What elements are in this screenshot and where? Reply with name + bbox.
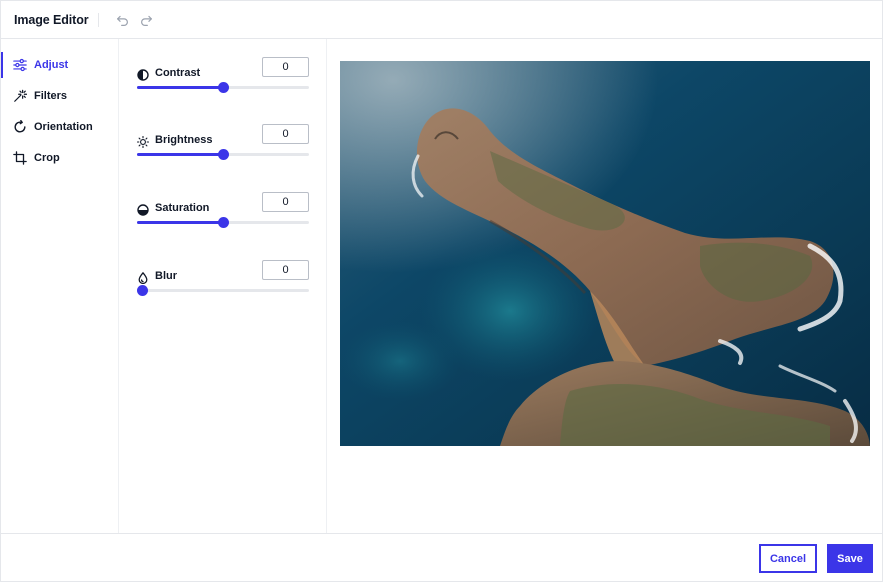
image-canvas (328, 39, 883, 533)
saturation-input[interactable] (262, 192, 309, 212)
rotate-icon (13, 120, 27, 134)
contrast-control: Contrast (137, 57, 309, 105)
blur-control: Blur (137, 260, 309, 308)
brightness-slider[interactable] (137, 149, 309, 160)
blur-slider-thumb[interactable] (137, 285, 148, 296)
brightness-slider-fill (137, 153, 223, 156)
saturation-slider-fill (137, 221, 223, 224)
editor-window: Image Editor Adjust Filters Orientation … (0, 0, 883, 582)
saturation-label: Saturation (155, 202, 210, 214)
adjust-controls-panel: Contrast Brightness (119, 39, 327, 533)
blur-slider[interactable] (137, 285, 309, 296)
contrast-slider-thumb[interactable] (218, 82, 229, 93)
sidebar-item-label: Orientation (34, 121, 93, 133)
contrast-input[interactable] (262, 57, 309, 77)
saturation-slider-thumb[interactable] (218, 217, 229, 228)
saturation-icon (137, 203, 149, 216)
save-button[interactable]: Save (827, 544, 873, 573)
sidebar-item-crop[interactable]: Crop (1, 145, 119, 171)
editor-header: Image Editor (1, 1, 883, 39)
sliders-icon (13, 58, 27, 72)
editor-footer: Cancel Save (1, 533, 883, 582)
page-title: Image Editor (14, 13, 89, 27)
contrast-label: Contrast (155, 67, 201, 79)
undo-icon (116, 15, 128, 26)
sidebar-item-orientation[interactable]: Orientation (1, 114, 119, 140)
brightness-slider-thumb[interactable] (218, 149, 229, 160)
contrast-icon (137, 68, 149, 81)
sidebar-item-label: Filters (34, 90, 68, 102)
blur-input[interactable] (262, 260, 309, 280)
brightness-control: Brightness (136, 124, 309, 172)
contrast-slider[interactable] (137, 82, 309, 93)
sidebar-item-adjust[interactable]: Adjust (1, 52, 119, 78)
saturation-control: Saturation (137, 192, 309, 240)
crop-icon (13, 151, 27, 165)
brightness-label: Brightness (155, 134, 213, 146)
redo-button[interactable] (137, 11, 155, 29)
aerial-coastline-photo (340, 61, 870, 446)
saturation-slider[interactable] (137, 217, 309, 228)
sidebar-item-label: Crop (34, 152, 60, 164)
droplet-icon (137, 271, 149, 285)
cancel-button[interactable]: Cancel (759, 544, 817, 573)
sun-icon (136, 135, 150, 149)
brightness-input[interactable] (262, 124, 309, 144)
sidebar-item-filters[interactable]: Filters (1, 83, 119, 109)
contrast-slider-fill (137, 86, 223, 89)
redo-icon (140, 15, 152, 26)
header-divider (98, 13, 99, 27)
undo-button[interactable] (113, 11, 131, 29)
sidebar-item-label: Adjust (34, 59, 69, 71)
blur-label: Blur (155, 270, 177, 282)
sidebar: Adjust Filters Orientation Crop (1, 39, 119, 533)
image-preview[interactable] (340, 61, 870, 446)
magic-wand-icon (13, 89, 27, 103)
